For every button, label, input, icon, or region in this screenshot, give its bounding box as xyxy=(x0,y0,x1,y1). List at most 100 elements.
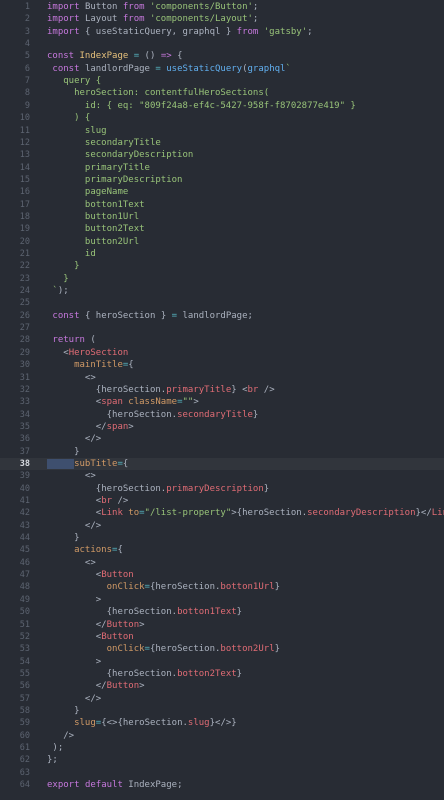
code-line[interactable]: 57 </> xyxy=(0,693,444,705)
code-token: slug xyxy=(47,125,107,136)
code-line[interactable]: 52 <Button xyxy=(0,631,444,643)
code-text: } xyxy=(47,532,79,544)
line-number: 22 xyxy=(19,261,30,272)
code-line[interactable]: 19 button2Text xyxy=(0,223,444,235)
code-line[interactable]: 35 </span> xyxy=(0,421,444,433)
code-line[interactable]: 7 query { xyxy=(0,75,444,87)
code-line[interactable]: 61 ); xyxy=(0,742,444,754)
code-token: = xyxy=(171,310,183,321)
code-token: Button xyxy=(106,619,140,630)
code-line[interactable]: 59 slug={<>{heroSection.slug}</>} xyxy=(0,717,444,729)
code-line[interactable]: 20 button2Url xyxy=(0,236,444,248)
code-editor[interactable]: 1 import Button from 'components/Button';… xyxy=(0,0,444,800)
code-line[interactable]: 40 {heroSection.primaryDescription} xyxy=(0,483,444,495)
code-line[interactable]: 63 xyxy=(0,767,444,779)
code-line[interactable]: 38 subTitle={ xyxy=(0,457,444,471)
code-line[interactable]: 42 <Link to="/list-property">{heroSectio… xyxy=(0,507,444,519)
line-number: 8 xyxy=(24,88,30,99)
code-line[interactable]: 12 secondaryTitle xyxy=(0,137,444,149)
code-line[interactable]: 37 } xyxy=(0,446,444,458)
code-line[interactable]: 48 onClick={heroSection.botton1Url} xyxy=(0,581,444,593)
code-token: ; xyxy=(247,310,253,321)
code-line[interactable]: 18 button1Url xyxy=(0,211,444,223)
code-text: onClick={heroSection.botton2Url} xyxy=(47,643,280,655)
code-line[interactable]: 43 </> xyxy=(0,520,444,532)
code-text: <br /> xyxy=(47,495,129,507)
code-line[interactable]: 2 import Layout from 'components/Layout'; xyxy=(0,13,444,25)
code-line[interactable]: 44 } xyxy=(0,532,444,544)
code-line[interactable]: 5 const IndexPage = () => { xyxy=(0,50,444,62)
code-token: secondaryTitle xyxy=(47,137,161,148)
code-line[interactable]: 27 xyxy=(0,322,444,334)
line-number: 50 xyxy=(19,607,30,618)
code-line[interactable]: 54 > xyxy=(0,656,444,668)
code-line[interactable]: 10 ) { xyxy=(0,112,444,124)
code-line[interactable]: 47 <Button xyxy=(0,569,444,581)
code-line[interactable]: 51 </Button> xyxy=(0,619,444,631)
code-line[interactable]: 1 import Button from 'components/Button'; xyxy=(0,1,444,13)
code-line[interactable]: 15 primaryDescription xyxy=(0,174,444,186)
code-line[interactable]: 30 mainTitle={ xyxy=(0,359,444,371)
code-line[interactable]: 31 <> xyxy=(0,372,444,384)
code-line[interactable]: 4 xyxy=(0,38,444,50)
code-line[interactable]: 3 import { useStaticQuery, graphql } from… xyxy=(0,26,444,38)
line-number: 12 xyxy=(19,137,30,148)
code-line[interactable]: 46 <> xyxy=(0,557,444,569)
code-line[interactable]: 25 xyxy=(0,297,444,309)
code-line[interactable]: 8 heroSection: contentfulHeroSections( xyxy=(0,87,444,99)
line-number: 55 xyxy=(19,668,30,679)
code-line[interactable]: 49 > xyxy=(0,594,444,606)
code-line[interactable]: 24 `); xyxy=(0,285,444,297)
code-line[interactable]: 58 } xyxy=(0,705,444,717)
code-line[interactable]: 64 export default IndexPage; xyxy=(0,779,444,791)
code-token: heroSection. xyxy=(101,483,167,494)
code-line[interactable]: 29 <HeroSection xyxy=(0,347,444,359)
line-number: 1 xyxy=(24,2,30,12)
code-text: {heroSection.secondaryTitle} xyxy=(47,409,259,421)
code-line[interactable]: 55 {heroSection.botton2Text} xyxy=(0,668,444,680)
code-line[interactable]: 21 id xyxy=(0,248,444,260)
code-token: primaryTitle xyxy=(47,162,150,173)
code-text: secondaryTitle xyxy=(47,137,161,149)
code-line[interactable]: 32 {heroSection.primaryTitle} <br /> xyxy=(0,384,444,396)
code-line[interactable]: 60 /> xyxy=(0,730,444,742)
code-token xyxy=(47,458,75,469)
code-line[interactable]: 45 actions={ xyxy=(0,544,444,556)
code-line[interactable]: 26 const { heroSection } = landlordPage; xyxy=(0,310,444,322)
code-token: from xyxy=(122,14,150,25)
code-line[interactable]: 33 <span className=""> xyxy=(0,396,444,408)
code-line[interactable]: 14 primaryTitle xyxy=(0,162,444,174)
code-token: span xyxy=(101,397,129,408)
code-text: </Button> xyxy=(47,680,145,692)
code-line[interactable]: 39 <> xyxy=(0,470,444,482)
code-line[interactable]: 9 id: { eq: "809f24a8-ef4c-5427-958f-f87… xyxy=(0,100,444,112)
code-line[interactable]: 16 pageName xyxy=(0,186,444,198)
code-line[interactable]: 6 const landlordPage = useStaticQuery(gr… xyxy=(0,63,444,75)
code-line[interactable]: 17 botton1Text xyxy=(0,199,444,211)
code-token: HeroSection xyxy=(68,347,129,358)
line-number: 36 xyxy=(19,434,30,445)
code-line[interactable]: 13 secondaryDescription xyxy=(0,149,444,161)
code-line[interactable]: 50 {heroSection.botton1Text} xyxy=(0,606,444,618)
code-line[interactable]: 36 </> xyxy=(0,433,444,445)
code-token: ` xyxy=(47,286,58,297)
code-token: to xyxy=(128,508,140,519)
code-line[interactable]: 56 </Button> xyxy=(0,680,444,692)
code-line[interactable]: 22 } xyxy=(0,260,444,272)
code-token: IndexPage xyxy=(79,51,134,62)
line-number: 64 xyxy=(19,780,30,791)
code-token: <> xyxy=(47,557,96,568)
code-line[interactable]: 62}; xyxy=(0,754,444,766)
code-text: button1Url xyxy=(47,211,139,223)
line-number: 11 xyxy=(19,125,30,136)
code-line[interactable]: 23 } xyxy=(0,273,444,285)
code-text: import { useStaticQuery, graphql } from … xyxy=(47,26,313,38)
code-line[interactable]: 34 {heroSection.secondaryTitle} xyxy=(0,409,444,421)
code-line[interactable]: 11 slug xyxy=(0,125,444,137)
code-line[interactable]: 28 return ( xyxy=(0,334,444,346)
code-token: botton1Url xyxy=(220,582,275,593)
code-line[interactable]: 53 onClick={heroSection.botton2Url} xyxy=(0,643,444,655)
code-line[interactable]: 41 <br /> xyxy=(0,495,444,507)
code-token: heroSection. xyxy=(101,384,167,395)
